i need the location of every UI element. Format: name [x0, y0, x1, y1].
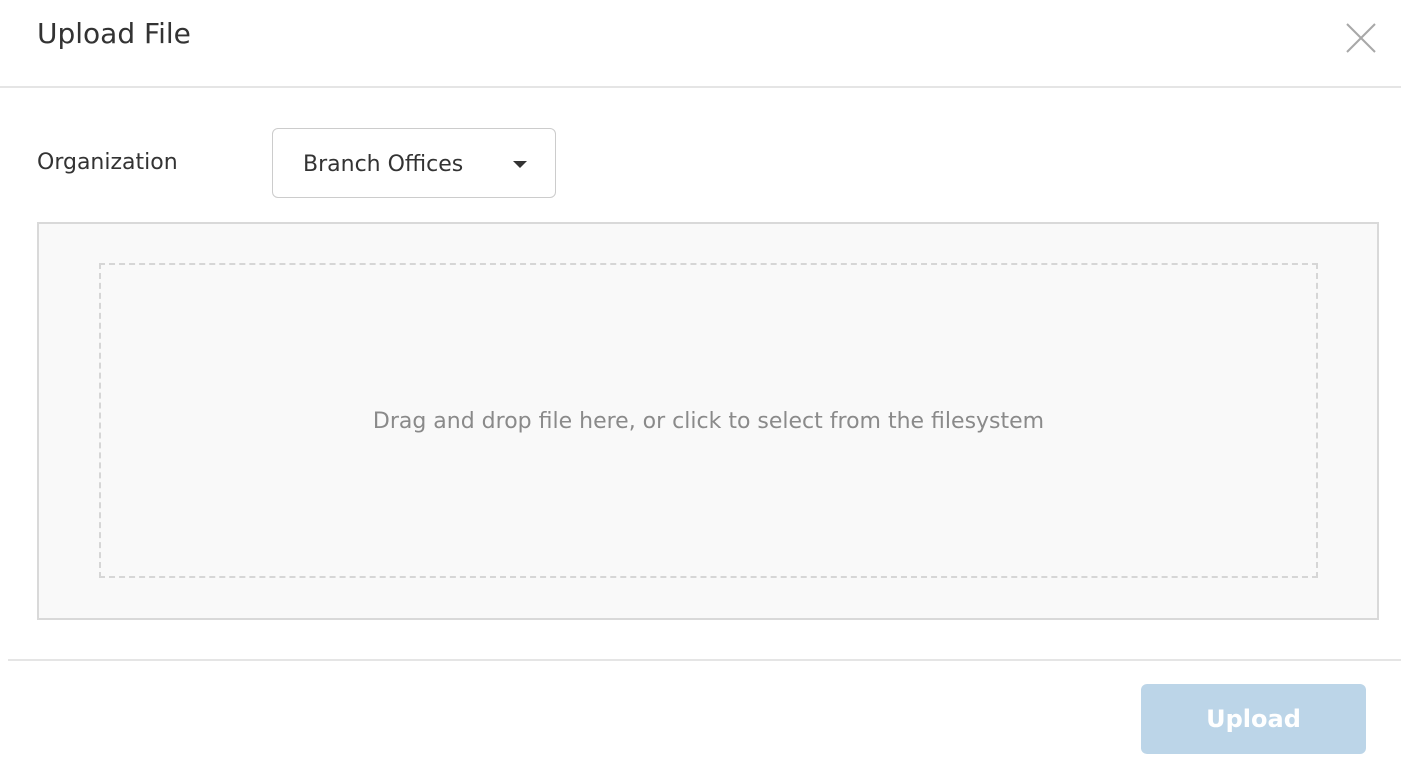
caret-down-icon — [513, 161, 527, 168]
close-button[interactable] — [1343, 20, 1379, 56]
organization-dropdown[interactable]: Branch Offices — [272, 128, 556, 198]
dialog-title: Upload File — [37, 17, 191, 50]
dropzone-container: Drag and drop file here, or click to sel… — [37, 222, 1379, 620]
footer-divider — [8, 659, 1401, 661]
organization-label: Organization — [37, 150, 178, 175]
upload-button[interactable]: Upload — [1141, 684, 1366, 754]
upload-file-dialog: Upload File Organization Branch Offices … — [0, 0, 1401, 767]
upload-button-label: Upload — [1206, 705, 1301, 733]
dropzone-instructions: Drag and drop file here, or click to sel… — [372, 409, 1045, 434]
organization-selected-value: Branch Offices — [303, 152, 464, 177]
file-dropzone[interactable]: Drag and drop file here, or click to sel… — [99, 263, 1318, 578]
close-icon — [1346, 23, 1376, 53]
dialog-header: Upload File — [0, 0, 1401, 88]
